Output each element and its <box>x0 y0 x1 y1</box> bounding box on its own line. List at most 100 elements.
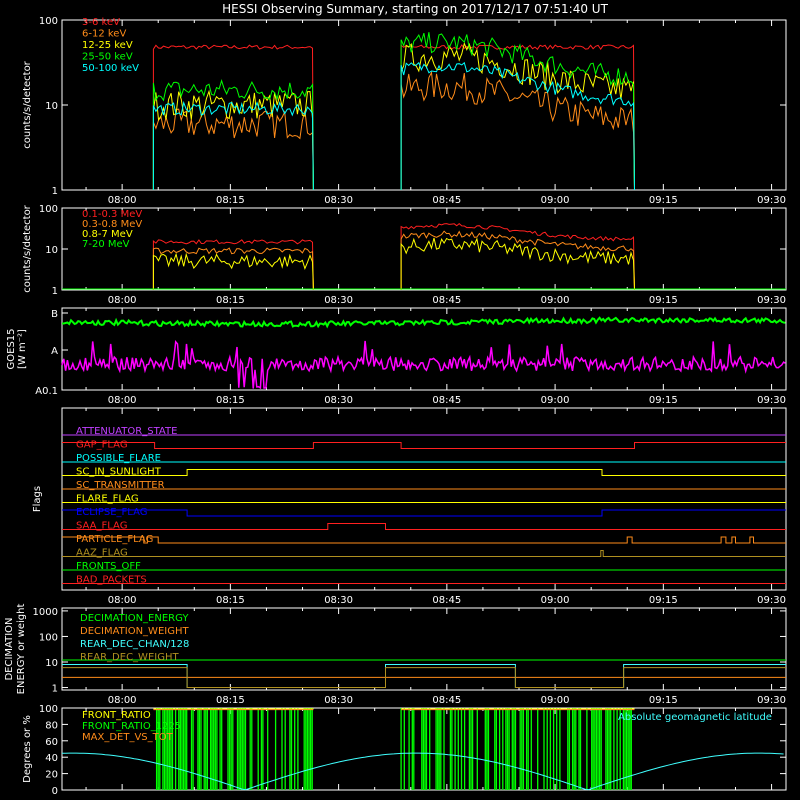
legend-entry-1: 6-12 keV <box>82 29 126 40</box>
y-tick-label: 1000 <box>33 607 58 618</box>
x-tick-label: 08:30 <box>324 695 353 706</box>
legend-entry-0: FRONT_RATIO <box>82 710 151 721</box>
x-tick-label: 08:45 <box>432 295 461 306</box>
panel-hi2: 08:00 08:15 08:30 08:45 09:00 09:15 09:30 1 10 10… <box>22 204 787 306</box>
flag-line-8 <box>62 536 786 544</box>
panel-hi: 08:00 08:15 08:30 08:45 09:00 09:15 09:30 1 10 10… <box>22 16 787 206</box>
panel-goes: 08:00 08:15 08:30 08:45 09:00 09:15 09:30 A0.1 A… <box>6 307 787 406</box>
y-tick-label: A0.1 <box>35 386 58 397</box>
x-tick-label: 08:00 <box>108 395 137 406</box>
x-tick-label: 08:00 <box>108 695 137 706</box>
y-tick-label: A <box>51 346 58 357</box>
x-tick-label: 08:00 <box>108 295 137 306</box>
flag-label-0: ATTENUATOR_STATE <box>76 426 177 437</box>
x-tick-label: 08:15 <box>216 595 245 606</box>
x-tick-label: 09:15 <box>649 195 678 206</box>
x-tick-label: 09:30 <box>757 595 786 606</box>
x-tick-label: 09:30 <box>757 295 786 306</box>
y-axis-label: DECIMATION <box>4 617 15 680</box>
series-line-0 <box>152 222 635 291</box>
legend-entry-3: REAR_DEC_WEIGHT <box>80 652 179 663</box>
x-tick-label: 08:00 <box>108 595 137 606</box>
panel-ratio: 0 20 40 60 80 100 Degrees or % FRONT_RATIOFRONT… <box>22 704 787 797</box>
x-tick-label: 08:15 <box>216 295 245 306</box>
annotation-label: Absolute geomagnetic latitude <box>618 712 772 723</box>
series-line-0 <box>62 316 786 329</box>
x-tick-label: 08:00 <box>108 195 137 206</box>
x-tick-label: 08:30 <box>324 595 353 606</box>
y-tick-label: 10 <box>45 658 58 669</box>
series-line-1 <box>152 70 635 191</box>
x-tick-label: 08:15 <box>216 395 245 406</box>
legend-entry-2: 12-25 keV <box>82 40 133 51</box>
y-tick-label: 40 <box>45 753 58 764</box>
legend-entry-0: 3-6 keV <box>82 17 120 28</box>
figure-title: HESSI Observing Summary, starting on 201… <box>222 2 608 16</box>
x-tick-label: 09:15 <box>649 395 678 406</box>
series-line-1 <box>61 340 786 390</box>
y-axis-label-2: ENERGY or weight <box>16 604 27 695</box>
panel-frame <box>61 207 787 291</box>
y-tick-label: 20 <box>45 770 58 781</box>
y-tick-label: 80 <box>45 720 58 731</box>
legend-entry-0: DECIMATION_ENERGY <box>80 613 189 624</box>
y-axis-label: Degrees or % <box>22 715 33 783</box>
x-tick-label: 09:30 <box>757 195 786 206</box>
flag-line-1 <box>62 442 786 449</box>
x-tick-label: 09:15 <box>649 295 678 306</box>
x-tick-label: 09:00 <box>541 595 570 606</box>
flag-label-10: FRONTS_OFF <box>76 561 141 572</box>
x-tick-label: 09:00 <box>541 395 570 406</box>
flag-line-3 <box>62 469 786 476</box>
x-tick-label: 09:15 <box>649 695 678 706</box>
x-tick-label: 08:45 <box>432 695 461 706</box>
x-tick-label: 08:45 <box>432 595 461 606</box>
legend-entry-2: REAR_DEC_CHAN/128 <box>80 639 189 650</box>
y-axis-label: GOES15 <box>6 328 17 369</box>
x-tick-label: 08:15 <box>216 195 245 206</box>
y-axis-label-units: [W m⁻²] <box>17 329 28 369</box>
y-axis-label: Flags <box>32 486 43 512</box>
y-tick-label: 0 <box>52 786 58 797</box>
y-tick-label: 60 <box>45 737 58 748</box>
legend-entry-1: FRONT_RATIO_1225 <box>82 721 181 732</box>
series-line-2 <box>152 41 635 191</box>
flag-label-8: PARTICLE_FLAG <box>76 534 153 545</box>
y-axis-label: counts/s/detector <box>22 60 33 148</box>
x-tick-label: 09:00 <box>541 195 570 206</box>
y-tick-label: 100 <box>39 632 58 643</box>
legend-entry-1: DECIMATION_WEIGHT <box>80 626 189 637</box>
x-tick-label: 09:00 <box>541 695 570 706</box>
legend-entry-3: 7-20 MeV <box>82 239 130 250</box>
y-tick-label: 100 <box>39 16 58 27</box>
series-line-1 <box>155 708 632 790</box>
y-tick-label: B <box>51 309 58 320</box>
flag-label-2: POSSIBLE_FLARE <box>76 453 161 464</box>
y-tick-label: 10 <box>45 245 58 256</box>
y-axis-label: counts/s/detector <box>22 204 33 292</box>
x-tick-label: 08:30 <box>324 295 353 306</box>
x-tick-label: 09:00 <box>541 295 570 306</box>
y-tick-label: 10 <box>45 101 58 112</box>
flag-label-1: GAP_FLAG <box>76 440 128 451</box>
y-tick-label: 100 <box>39 204 58 215</box>
flag-label-5: FLARE_FLAG <box>76 494 139 505</box>
flag-label-6: ECLIPSE_FLAG <box>76 507 147 518</box>
y-tick-label: 1 <box>52 286 58 297</box>
y-tick-label: 100 <box>39 704 58 715</box>
x-tick-label: 08:45 <box>432 395 461 406</box>
x-tick-label: 09:15 <box>649 595 678 606</box>
panel-flags: 08:00 08:15 08:30 08:45 09:00 09:15 09:30 Flags… <box>32 407 787 606</box>
flag-line-9 <box>62 550 786 557</box>
x-tick-label: 09:30 <box>757 695 786 706</box>
flag-line-6 <box>62 509 786 517</box>
y-tick-label: 1 <box>52 186 58 197</box>
x-tick-label: 08:30 <box>324 195 353 206</box>
hessi-summary-figure: HESSI Observing Summary, starting on 201… <box>4 2 787 797</box>
flag-label-3: SC_IN_SUNLIGHT <box>76 467 162 478</box>
series-line-4 <box>152 61 635 191</box>
x-tick-label: 09:30 <box>757 395 786 406</box>
flag-line-7 <box>62 523 786 530</box>
legend-entry-2: MAX_DET_VS_TOT <box>82 732 174 743</box>
y-tick-label: 1 <box>52 684 58 695</box>
